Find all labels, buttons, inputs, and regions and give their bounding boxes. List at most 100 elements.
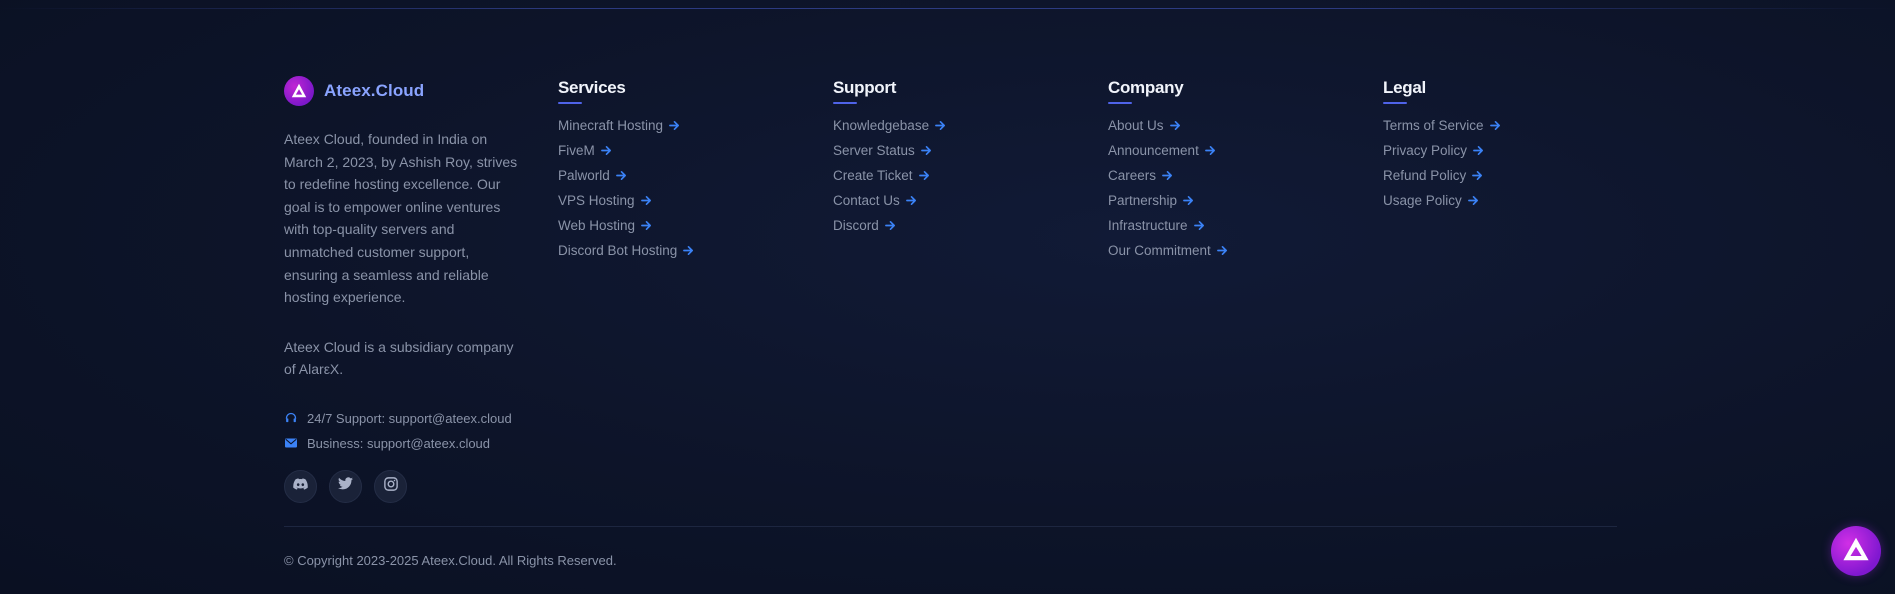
- footer-link-label: FiveM: [558, 143, 595, 158]
- support-contact[interactable]: 24/7 Support: support@ateex.cloud: [284, 406, 524, 431]
- arrow-right-icon: [1169, 120, 1182, 132]
- footer-link[interactable]: Terms of Service: [1383, 118, 1502, 133]
- list-item: Refund Policy: [1383, 163, 1502, 188]
- footer-link[interactable]: Server Status: [833, 143, 933, 158]
- social-links: [284, 469, 524, 503]
- footer-link[interactable]: About Us: [1108, 118, 1182, 133]
- subsidiary-text: Ateex Cloud is a subsidiary company of A…: [284, 338, 514, 378]
- support-contact-text: 24/7 Support: support@ateex.cloud: [307, 410, 512, 426]
- list-item: Infrastructure: [1108, 213, 1229, 238]
- arrow-right-icon: [600, 145, 613, 157]
- list-item: Create Ticket: [833, 163, 947, 188]
- bottom-divider: [284, 526, 1617, 527]
- footer-link[interactable]: Create Ticket: [833, 168, 931, 183]
- arrow-right-icon: [641, 220, 653, 232]
- floating-brand-button[interactable]: [1831, 526, 1881, 576]
- arrow-right-icon: [920, 145, 933, 157]
- site-footer: Ateex.Cloud Ateex Cloud, founded in Indi…: [0, 0, 1895, 594]
- arrow-right-icon: [884, 220, 897, 232]
- arrow-right-icon: [1467, 195, 1480, 207]
- company-column: Company About Us Announcement Careers Partn…: [1108, 78, 1229, 263]
- footer-link-label: Our Commitment: [1108, 243, 1211, 258]
- arrow-right-icon: [1472, 170, 1484, 182]
- arrow-right-icon: [1216, 245, 1229, 257]
- brand-description: Ateex Cloud, founded in India on March 2…: [284, 131, 518, 306]
- discord-button[interactable]: [284, 469, 317, 503]
- arrow-right-icon: [669, 120, 681, 132]
- footer-link-label: Announcement: [1108, 143, 1199, 158]
- list-item: Knowledgebase: [833, 113, 947, 138]
- footer-link[interactable]: Discord Bot Hosting: [558, 243, 695, 258]
- footer-link[interactable]: Discord: [833, 218, 897, 233]
- list-item: Server Status: [833, 138, 947, 163]
- footer-link-label: About Us: [1108, 118, 1164, 133]
- arrow-right-icon: [935, 120, 947, 132]
- business-contact[interactable]: Business: support@ateex.cloud: [284, 431, 524, 456]
- footer-link[interactable]: Careers: [1108, 168, 1174, 183]
- list-item: VPS Hosting: [558, 188, 695, 213]
- footer-link[interactable]: Refund Policy: [1383, 168, 1484, 183]
- list-item: About Us: [1108, 113, 1229, 138]
- footer-link[interactable]: Our Commitment: [1108, 243, 1229, 258]
- list-item: Our Commitment: [1108, 238, 1229, 263]
- list-item: Terms of Service: [1383, 113, 1502, 138]
- footer-link-label: Usage Policy: [1383, 193, 1462, 208]
- envelope-icon: [284, 437, 297, 450]
- brand-name: Ateex.Cloud: [324, 81, 425, 100]
- footer-link-label: Server Status: [833, 143, 915, 158]
- instagram-button[interactable]: [374, 469, 407, 503]
- footer-link[interactable]: Announcement: [1108, 143, 1217, 158]
- footer-link[interactable]: Minecraft Hosting: [558, 118, 681, 133]
- arrow-right-icon: [1193, 220, 1206, 232]
- list-item: Privacy Policy: [1383, 138, 1502, 163]
- list-item: Web Hosting: [558, 213, 695, 238]
- arrow-right-icon: [1204, 145, 1217, 157]
- footer-link[interactable]: Partnership: [1108, 193, 1195, 208]
- list-item: Careers: [1108, 163, 1229, 188]
- footer-link-label: Contact Us: [833, 193, 900, 208]
- list-item: Announcement: [1108, 138, 1229, 163]
- footer-link-label: Terms of Service: [1383, 118, 1484, 133]
- contact-list: 24/7 Support: support@ateex.cloud Busine…: [284, 406, 524, 456]
- footer-link[interactable]: Palworld: [558, 168, 628, 183]
- footer-link[interactable]: Usage Policy: [1383, 193, 1480, 208]
- footer-link[interactable]: Knowledgebase: [833, 118, 947, 133]
- list-item: Palworld: [558, 163, 695, 188]
- services-heading: Services: [558, 78, 626, 104]
- list-item: Minecraft Hosting: [558, 113, 695, 138]
- brand[interactable]: Ateex.Cloud: [284, 76, 524, 106]
- footer-link-label: Web Hosting: [558, 218, 636, 233]
- company-links: About Us Announcement Careers Partnership In…: [1108, 113, 1229, 263]
- business-contact-text: Business: support@ateex.cloud: [307, 435, 491, 451]
- footer-link[interactable]: Contact Us: [833, 193, 918, 208]
- arrow-right-icon: [1473, 145, 1485, 157]
- headset-icon: [284, 412, 297, 425]
- instagram-icon: [383, 477, 398, 496]
- support-heading: Support: [833, 78, 896, 104]
- footer-link[interactable]: Web Hosting: [558, 218, 653, 233]
- footer-link[interactable]: Infrastructure: [1108, 218, 1206, 233]
- footer-link-label: Privacy Policy: [1383, 143, 1468, 158]
- footer-link[interactable]: FiveM: [558, 143, 613, 158]
- footer-link-label: Discord: [833, 218, 879, 233]
- arrow-right-icon: [1489, 120, 1502, 132]
- twitter-icon: [338, 477, 353, 495]
- list-item: Discord: [833, 213, 947, 238]
- list-item: Usage Policy: [1383, 188, 1502, 213]
- support-column: Support Knowledgebase Server Status Create…: [833, 78, 947, 238]
- legal-column: Legal Terms of Service Privacy Policy Refu…: [1383, 78, 1502, 213]
- list-item: Discord Bot Hosting: [558, 238, 695, 263]
- twitter-button[interactable]: [329, 469, 362, 503]
- list-item: FiveM: [558, 138, 695, 163]
- support-links: Knowledgebase Server Status Create Ticket C…: [833, 113, 947, 238]
- footer-link[interactable]: Privacy Policy: [1383, 143, 1485, 158]
- discord-icon: [293, 477, 308, 495]
- footer-link-label: Discord Bot Hosting: [558, 243, 678, 258]
- list-item: Partnership: [1108, 188, 1229, 213]
- footer-link-label: Minecraft Hosting: [558, 118, 664, 133]
- footer-link[interactable]: VPS Hosting: [558, 193, 653, 208]
- footer-link-label: Knowledgebase: [833, 118, 930, 133]
- footer-link-label: Careers: [1108, 168, 1157, 183]
- list-item: Contact Us: [833, 188, 947, 213]
- footer-link-label: Palworld: [558, 168, 610, 183]
